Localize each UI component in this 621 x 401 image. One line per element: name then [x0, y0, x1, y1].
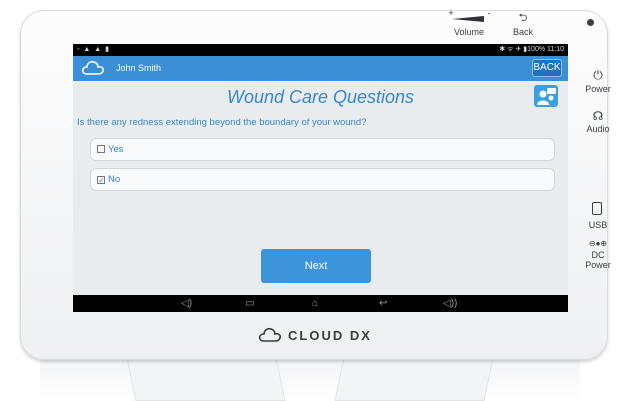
home-icon[interactable]: ⌂ [312, 298, 318, 309]
volume-down-icon[interactable]: ◁) [181, 298, 192, 309]
option-yes[interactable]: Yes [90, 138, 555, 161]
checked-checkbox-icon[interactable]: ✓ [97, 176, 105, 185]
option-yes-label: Yes [108, 144, 124, 155]
usb-label: USB [588, 220, 608, 230]
dc-power-icon: ⊖●⊕ [588, 239, 608, 248]
back-nav-icon[interactable]: ↩ [379, 298, 387, 309]
page-title: Wound Care Questions [226, 87, 415, 107]
volume-up-icon[interactable]: ◁)) [443, 298, 457, 309]
status-left-icons: ◦ ▲ ▲ ▮ [77, 46, 111, 53]
question-text: Is there any redness extending beyond th… [77, 117, 367, 128]
user-name: John Smith [116, 63, 162, 73]
option-no[interactable]: ✓ No [90, 168, 555, 191]
front-camera-icon [587, 19, 594, 26]
people-chat-icon [537, 88, 556, 105]
option-no-label: No [108, 174, 121, 185]
volume-minus-label: - [487, 8, 491, 18]
cloud-brand-icon [258, 327, 281, 342]
question-panel: Wound Care Questions Is there any rednes… [73, 81, 568, 295]
app-header: John Smith BACK [73, 56, 568, 81]
android-status-bar: ◦ ▲ ▲ ▮ ✱ ᯤ ✈ ▮100% 11:10 [73, 44, 568, 56]
back-hardware-label: Back [512, 27, 533, 37]
status-right-info: ✱ ᯤ ✈ ▮100% 11:10 [499, 46, 564, 53]
cloud-logo-icon [81, 61, 104, 75]
power-label: Power [585, 84, 611, 94]
back-hardware-icon[interactable]: ⮌ [508, 13, 538, 24]
android-nav-bar: ◁) ▭ ⌂ ↩ ◁)) [73, 295, 568, 312]
recent-apps-icon[interactable]: ▭ [245, 298, 254, 309]
headphones-icon: ☊ [592, 109, 604, 123]
unchecked-checkbox-icon[interactable] [97, 145, 105, 153]
tablet-screen: ◦ ▲ ▲ ▮ ✱ ᯤ ✈ ▮100% 11:10 John Smith BAC… [73, 44, 568, 312]
next-button[interactable]: Next [261, 249, 371, 283]
volume-rocker[interactable] [452, 16, 484, 22]
back-button[interactable]: BACK [532, 59, 562, 77]
volume-label: Volume [453, 27, 485, 37]
dc-power-label: DC Power [585, 250, 611, 270]
brand-logo: CLOUD DX [258, 323, 372, 347]
usb-port-icon [592, 202, 602, 215]
power-icon[interactable]: ⏻ [586, 69, 610, 81]
audio-label: Audio [586, 124, 610, 134]
support-chat-button[interactable] [534, 85, 558, 107]
brand-name: CLOUD DX [288, 327, 372, 343]
